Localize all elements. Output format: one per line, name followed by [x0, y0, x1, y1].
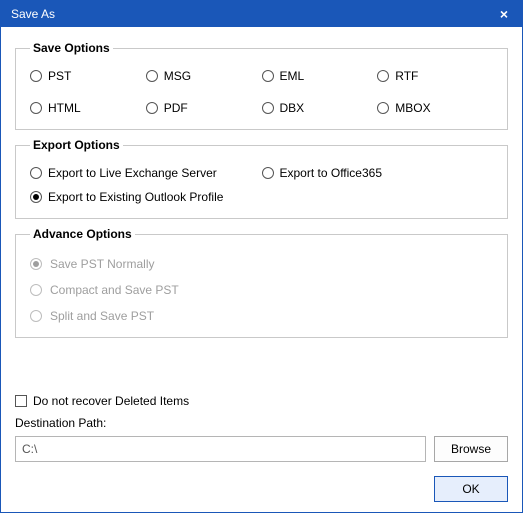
export-existing-profile-label: Export to Existing Outlook Profile [48, 190, 223, 204]
radio-icon [146, 70, 158, 82]
format-eml-label: EML [280, 69, 305, 83]
format-html-label: HTML [48, 101, 81, 115]
advance-split-radio: Split and Save PST [30, 309, 493, 323]
format-eml-radio[interactable]: EML [262, 69, 305, 83]
do-not-recover-deleted-label: Do not recover Deleted Items [33, 394, 189, 408]
format-msg-radio[interactable]: MSG [146, 69, 191, 83]
dialog-body: Save Options PST MSG [1, 27, 522, 512]
close-icon[interactable]: × [494, 4, 514, 24]
export-options-group: Export Options Export to Live Exchange S… [15, 138, 508, 219]
format-mbox-radio[interactable]: MBOX [377, 101, 430, 115]
save-options-group: Save Options PST MSG [15, 41, 508, 130]
format-pdf-label: PDF [164, 101, 188, 115]
advance-compact-label: Compact and Save PST [50, 283, 179, 297]
export-office365-label: Export to Office365 [280, 166, 383, 180]
export-live-exchange-label: Export to Live Exchange Server [48, 166, 217, 180]
advance-save-normally-radio: Save PST Normally [30, 257, 493, 271]
advance-save-normally-label: Save PST Normally [50, 257, 154, 271]
radio-icon [377, 70, 389, 82]
ok-button-label: OK [462, 482, 479, 496]
radio-icon [262, 167, 274, 179]
format-dbx-label: DBX [280, 101, 305, 115]
radio-icon [30, 167, 42, 179]
advance-split-label: Split and Save PST [50, 309, 154, 323]
window-title: Save As [11, 7, 55, 21]
format-pst-radio[interactable]: PST [30, 69, 71, 83]
ok-button[interactable]: OK [434, 476, 508, 502]
browse-button-label: Browse [451, 442, 491, 456]
radio-icon [146, 102, 158, 114]
format-html-radio[interactable]: HTML [30, 101, 81, 115]
advance-options-group: Advance Options Save PST Normally Compac… [15, 227, 508, 338]
radio-icon [30, 70, 42, 82]
save-as-dialog: Save As × Save Options PST MSG [0, 0, 523, 513]
advance-options-legend: Advance Options [30, 227, 135, 241]
checkbox-icon [15, 395, 27, 407]
destination-path-input[interactable] [15, 436, 426, 462]
radio-icon [262, 70, 274, 82]
format-msg-label: MSG [164, 69, 191, 83]
do-not-recover-deleted-checkbox[interactable]: Do not recover Deleted Items [15, 394, 508, 408]
radio-icon [30, 102, 42, 114]
export-options-legend: Export Options [30, 138, 123, 152]
export-office365-radio[interactable]: Export to Office365 [262, 166, 383, 180]
format-pst-label: PST [48, 69, 71, 83]
format-dbx-radio[interactable]: DBX [262, 101, 305, 115]
browse-button[interactable]: Browse [434, 436, 508, 462]
radio-icon [30, 258, 42, 270]
save-options-legend: Save Options [30, 41, 113, 55]
radio-icon [262, 102, 274, 114]
title-bar: Save As × [1, 1, 522, 27]
radio-icon [30, 310, 42, 322]
destination-path-label: Destination Path: [15, 416, 508, 430]
radio-icon [377, 102, 389, 114]
format-mbox-label: MBOX [395, 101, 430, 115]
radio-icon [30, 191, 42, 203]
advance-compact-radio: Compact and Save PST [30, 283, 493, 297]
format-rtf-label: RTF [395, 69, 418, 83]
format-pdf-radio[interactable]: PDF [146, 101, 188, 115]
radio-icon [30, 284, 42, 296]
export-existing-profile-radio[interactable]: Export to Existing Outlook Profile [30, 190, 223, 204]
format-rtf-radio[interactable]: RTF [377, 69, 418, 83]
export-live-exchange-radio[interactable]: Export to Live Exchange Server [30, 166, 217, 180]
